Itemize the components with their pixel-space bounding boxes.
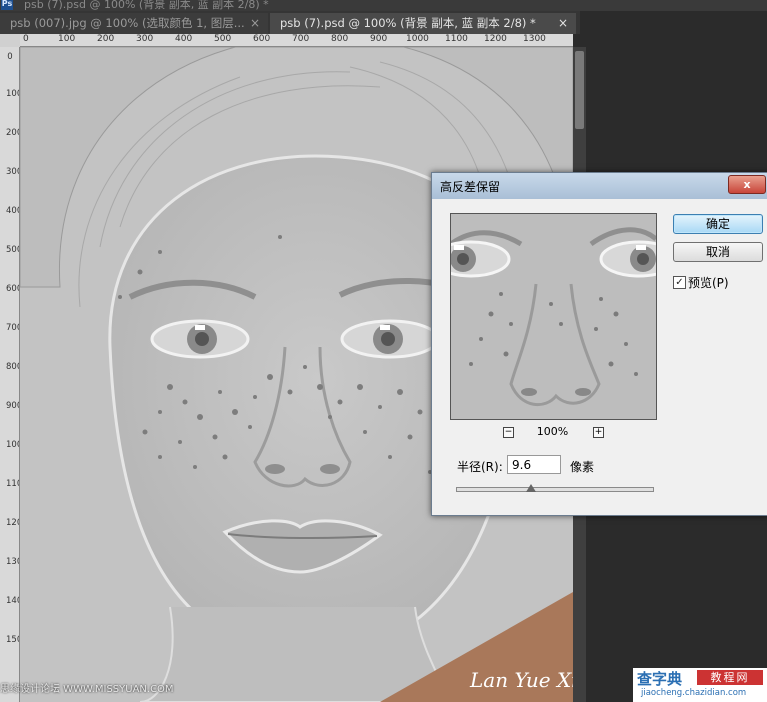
tab-close-icon[interactable]: × [558,13,568,34]
ruler-tick: 400 [6,206,19,216]
ruler-tick: 100 [58,34,76,44]
forum-watermark: 思缘设计论坛 WWW.MISSYUAN.COM [0,684,174,695]
tab-close-icon[interactable]: × [250,13,260,34]
preview-image [451,214,656,419]
ruler-tick: 1400 [6,596,19,606]
tab-psb-007[interactable]: psb (007).jpg @ 100% (选取颜色 1, 图层... × [0,13,268,34]
document-tabbar: psb (007).jpg @ 100% (选取颜色 1, 图层... × ps… [0,11,580,34]
high-pass-dialog: 高反差保留 x − 100% + 确定 取消 ✓ 预览(P) 半径(R): 9.… [431,172,767,516]
ruler-tick: 1000 [6,440,19,450]
ruler-tick: 800 [331,34,349,44]
ruler-tick: 100 [6,89,19,99]
ruler-tick: 700 [6,323,19,333]
tab-label: psb (7).psd @ 100% (背景 副本, 蓝 副本 2/8) * [280,16,536,30]
ruler-tick: 0 [23,34,29,44]
ruler-tick: 1500 [6,635,19,645]
dialog-titlebar[interactable]: 高反差保留 x [432,173,767,199]
site-logo-box: 教程网 [697,670,763,685]
ruler-tick: 1200 [6,518,19,528]
cancel-button[interactable]: 取消 [673,242,763,262]
photoshop-logo-icon: Ps [1,0,13,10]
ruler-tick: 300 [136,34,154,44]
ruler-tick: 200 [97,34,115,44]
app-titlebar: Ps psb (7).psd @ 100% (背景 副本, 蓝 副本 2/8) … [0,0,767,11]
ruler-tick: 500 [214,34,232,44]
ruler-tick: 0 [7,52,13,62]
ruler-tick: 800 [6,362,19,372]
ruler-corner[interactable] [0,34,21,47]
ruler-tick: 1300 [523,34,546,44]
tab-label: psb (007).jpg @ 100% (选取颜色 1, 图层... [10,16,245,30]
ruler-tick: 1100 [6,479,19,489]
preview-checkbox-label: 预览(P) [688,276,729,290]
radius-label: 半径(R): [457,460,503,474]
site-logo-title: 查字典 [637,670,683,688]
site-logo: 查字典 教程网 jiaocheng.chazidian.com [633,668,767,702]
scrollbar-thumb[interactable] [575,51,584,129]
tab-psb-7-active[interactable]: psb (7).psd @ 100% (背景 副本, 蓝 副本 2/8) * × [270,13,576,34]
filter-preview[interactable] [450,213,657,420]
ruler-tick: 300 [6,167,19,177]
horizontal-ruler[interactable]: 0 100 200 300 400 500 600 700 800 900 10… [20,34,573,47]
zoom-out-button[interactable]: − [503,427,514,438]
ruler-tick: 400 [175,34,193,44]
ruler-tick: 600 [253,34,271,44]
zoom-in-button[interactable]: + [593,427,604,438]
close-icon[interactable]: x [728,175,766,194]
ruler-tick: 900 [370,34,388,44]
ruler-tick: 1000 [406,34,429,44]
ruler-tick: 1100 [445,34,468,44]
zoom-level: 100% [536,425,569,438]
ruler-tick: 200 [6,128,19,138]
ruler-tick: 600 [6,284,19,294]
window-title: psb (7).psd @ 100% (背景 副本, 蓝 副本 2/8) * [24,0,269,11]
ruler-tick: 500 [6,245,19,255]
preview-checkbox[interactable]: ✓ [673,276,686,289]
ok-button[interactable]: 确定 [673,214,763,234]
ruler-tick: 700 [292,34,310,44]
dialog-title: 高反差保留 [440,180,501,194]
ruler-tick: 900 [6,401,19,411]
radius-input[interactable]: 9.6 [507,455,561,474]
radius-slider[interactable] [456,487,654,492]
radius-unit: 像素 [570,460,595,474]
site-logo-url: jiaocheng.chazidian.com [641,688,747,698]
radius-slider-thumb[interactable] [526,484,537,492]
vertical-ruler[interactable]: 0 100 200 300 400 500 600 700 800 900 10… [0,47,20,702]
ruler-tick: 1200 [484,34,507,44]
ruler-tick: 1300 [6,557,19,567]
signature-watermark: Lan Yue Xin 教程 [469,668,573,692]
